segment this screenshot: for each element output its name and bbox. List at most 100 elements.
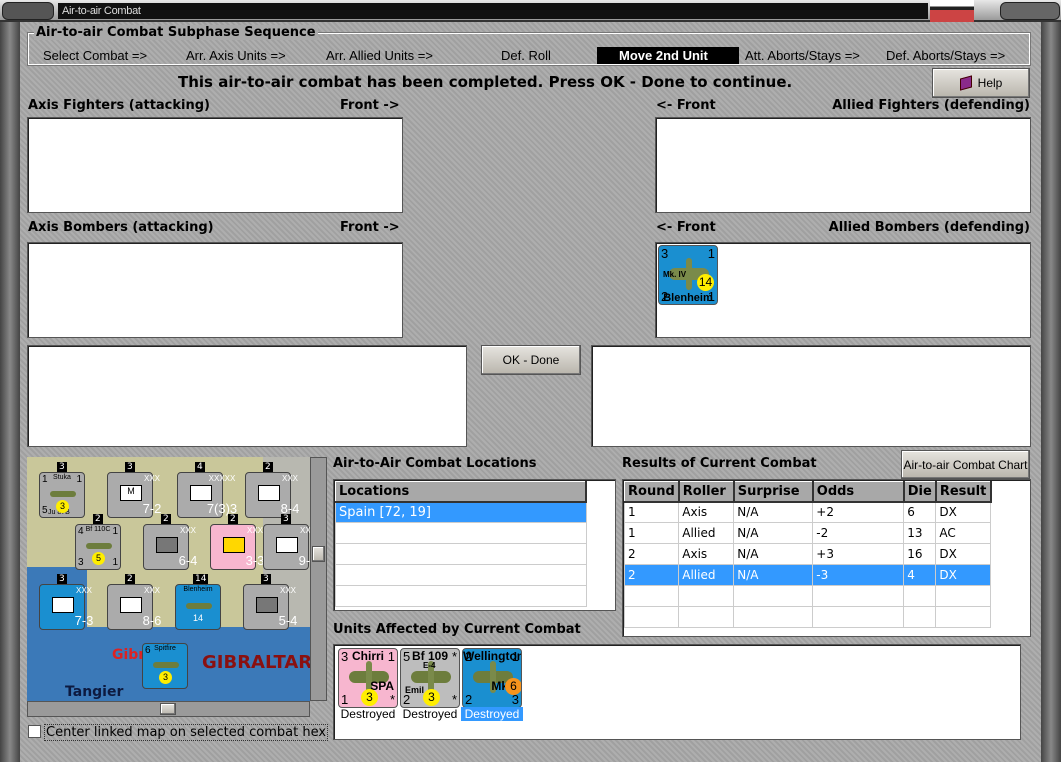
result-cell: Axis bbox=[678, 501, 735, 523]
result-cell: N/A bbox=[733, 543, 814, 565]
result-row[interactable] bbox=[623, 585, 992, 607]
blenheim-counter[interactable]: 3 1 Mk. IV 14 2 Blenheim 1 bbox=[658, 245, 718, 305]
infantry-symbol-icon bbox=[258, 485, 280, 501]
empty-row bbox=[335, 543, 587, 565]
unit-value: 6-4 bbox=[178, 553, 198, 568]
map-unit-counter[interactable]: XXX 3-3 bbox=[210, 524, 264, 570]
map-unit-counter[interactable]: Spitfire 6 3 bbox=[142, 643, 188, 689]
counter-value: 1 bbox=[112, 557, 118, 568]
map-unit-counter[interactable]: XXX 9-4 bbox=[263, 524, 310, 570]
counter-value: 1 bbox=[387, 649, 395, 664]
result-row[interactable]: 2 Allied N/A -3 4 DX bbox=[623, 564, 992, 586]
step-select-combat: Select Combat => bbox=[43, 48, 148, 63]
stack-count: 2 bbox=[263, 462, 273, 472]
mini-map[interactable]: Gibraltar GIBRALTAR Tangier StukaJu 87B1… bbox=[27, 457, 310, 701]
result-row[interactable]: 1 Axis N/A +2 6 DX bbox=[623, 501, 992, 523]
unit-value: 14 bbox=[192, 613, 203, 623]
map-unit-counter[interactable]: Stuka Ju 87B 1 1 5 3 bbox=[39, 472, 85, 518]
title-bar: Air-to-air Combat bbox=[0, 0, 1061, 22]
allied-bombers-box[interactable]: 3 1 Mk. IV 14 2 Blenheim 1 bbox=[655, 242, 1031, 338]
german-flag-icon bbox=[930, 0, 974, 22]
result-cell bbox=[935, 606, 992, 628]
location-cell[interactable]: Spain [72, 19] bbox=[335, 501, 587, 523]
empty-row bbox=[335, 522, 587, 544]
map-unit-counter[interactable]: XXXXX 7(3)3 bbox=[177, 472, 237, 518]
window-control-button[interactable] bbox=[1000, 2, 1060, 20]
counter-value: 1 bbox=[76, 474, 82, 485]
center-map-checkbox[interactable] bbox=[28, 725, 41, 738]
result-cell bbox=[812, 606, 905, 628]
allied-fighters-box[interactable] bbox=[655, 117, 1031, 213]
map-unit-counter[interactable]: XXX 6-4 bbox=[143, 524, 197, 570]
strength-circle: 3 bbox=[423, 689, 440, 706]
strength-circle: 5 bbox=[92, 552, 105, 565]
result-cell bbox=[903, 606, 937, 628]
map-unit-counter[interactable]: Bf 110C 4 1 3 1 5 bbox=[75, 524, 121, 570]
unit-status: Destroyed bbox=[340, 707, 396, 721]
allied-bombers-label: Allied Bombers (defending) bbox=[828, 220, 1030, 235]
book-icon bbox=[959, 75, 972, 91]
result-cell bbox=[903, 585, 937, 607]
result-cell: 1 bbox=[623, 522, 680, 544]
map-unit-counter[interactable]: XXX M 7-2 bbox=[107, 472, 161, 518]
stack-count: 2 bbox=[125, 574, 135, 584]
unit-size: XXX bbox=[75, 586, 92, 595]
col-odds: Odds bbox=[812, 481, 905, 503]
help-button[interactable]: Help bbox=[932, 68, 1030, 98]
map-horizontal-scrollbar[interactable] bbox=[27, 701, 310, 717]
scrollbar-thumb[interactable] bbox=[312, 546, 325, 562]
result-row[interactable]: 1 Allied N/A -2 13 AC bbox=[623, 522, 992, 544]
locations-table: Locations Spain [72, 19] bbox=[335, 481, 587, 607]
counter-value: 1 bbox=[341, 692, 349, 707]
plane-icon bbox=[153, 662, 179, 668]
results-table-box: Round Roller Surprise Odds Die Result 1A… bbox=[622, 479, 1031, 637]
result-row[interactable] bbox=[623, 606, 992, 628]
map-unit-counter[interactable]: XXX 8-4 bbox=[245, 472, 299, 518]
locations-title: Air-to-Air Combat Locations bbox=[333, 456, 537, 471]
stack-count: 14 bbox=[193, 574, 209, 584]
result-cell: 4 bbox=[903, 564, 937, 586]
stack-count: 3 bbox=[57, 574, 67, 584]
affected-unit-counter[interactable]: 2 Wellington 1 Mk. I 2 6 3 bbox=[462, 648, 522, 708]
axis-bombers-box[interactable] bbox=[27, 242, 403, 338]
result-cell: DX bbox=[935, 501, 992, 523]
unit-size: XXX bbox=[279, 586, 296, 595]
map-vertical-scrollbar[interactable] bbox=[310, 457, 327, 701]
combat-chart-button[interactable]: Air-to-air Combat Chart bbox=[901, 450, 1030, 479]
left-frame bbox=[0, 22, 20, 762]
result-row[interactable]: 2 Axis N/A +3 16 DX bbox=[623, 543, 992, 565]
unit-status: Destroyed bbox=[461, 707, 523, 721]
infantry-symbol-icon bbox=[120, 597, 142, 613]
map-unit-counter[interactable]: XXX 5-4 bbox=[243, 584, 297, 630]
unit-symbol: M bbox=[127, 486, 135, 496]
counter-value: 2 bbox=[403, 692, 411, 707]
locations-list[interactable]: Locations Spain [72, 19] bbox=[333, 479, 616, 611]
map-unit-counter[interactable]: XXX 8-6 bbox=[107, 584, 161, 630]
axis-fighters-box[interactable] bbox=[27, 117, 403, 213]
scrollbar-thumb[interactable] bbox=[160, 703, 176, 715]
results-title: Results of Current Combat bbox=[622, 456, 817, 471]
ok-done-button[interactable]: OK - Done bbox=[481, 345, 581, 375]
unit-size: XXX bbox=[299, 526, 310, 535]
empty-row bbox=[335, 585, 587, 607]
step-arr-allied: Arr. Allied Units => bbox=[326, 48, 433, 63]
result-cell: +2 bbox=[812, 501, 905, 523]
infantry-symbol-icon bbox=[276, 537, 298, 553]
result-cell: Allied bbox=[678, 564, 735, 586]
front-label: <- Front bbox=[656, 220, 716, 235]
result-cell: Axis bbox=[678, 543, 735, 565]
unit-value: 9-4 bbox=[298, 553, 310, 568]
center-map-label[interactable]: Center linked map on selected combat hex bbox=[44, 724, 329, 741]
result-cell bbox=[678, 606, 735, 628]
status-message: This air-to-air combat has been complete… bbox=[178, 73, 793, 91]
plane-icon bbox=[411, 661, 451, 693]
plane-icon bbox=[50, 491, 76, 497]
affected-unit-counter[interactable]: 5 Bf 109 * E-4 Emil 2 3 * bbox=[400, 648, 460, 708]
stack-count: 2 bbox=[161, 514, 171, 524]
location-row[interactable]: Spain [72, 19] bbox=[335, 501, 587, 523]
map-unit-counter[interactable]: 14 Blenheim bbox=[175, 584, 221, 630]
affected-unit-counter[interactable]: 3 Chirri 1 SPA 1 3 * bbox=[338, 648, 398, 708]
map-unit-counter[interactable]: XXX 7-3 bbox=[39, 584, 93, 630]
system-menu-button[interactable] bbox=[2, 2, 54, 20]
unit-size: XXX bbox=[281, 474, 298, 483]
